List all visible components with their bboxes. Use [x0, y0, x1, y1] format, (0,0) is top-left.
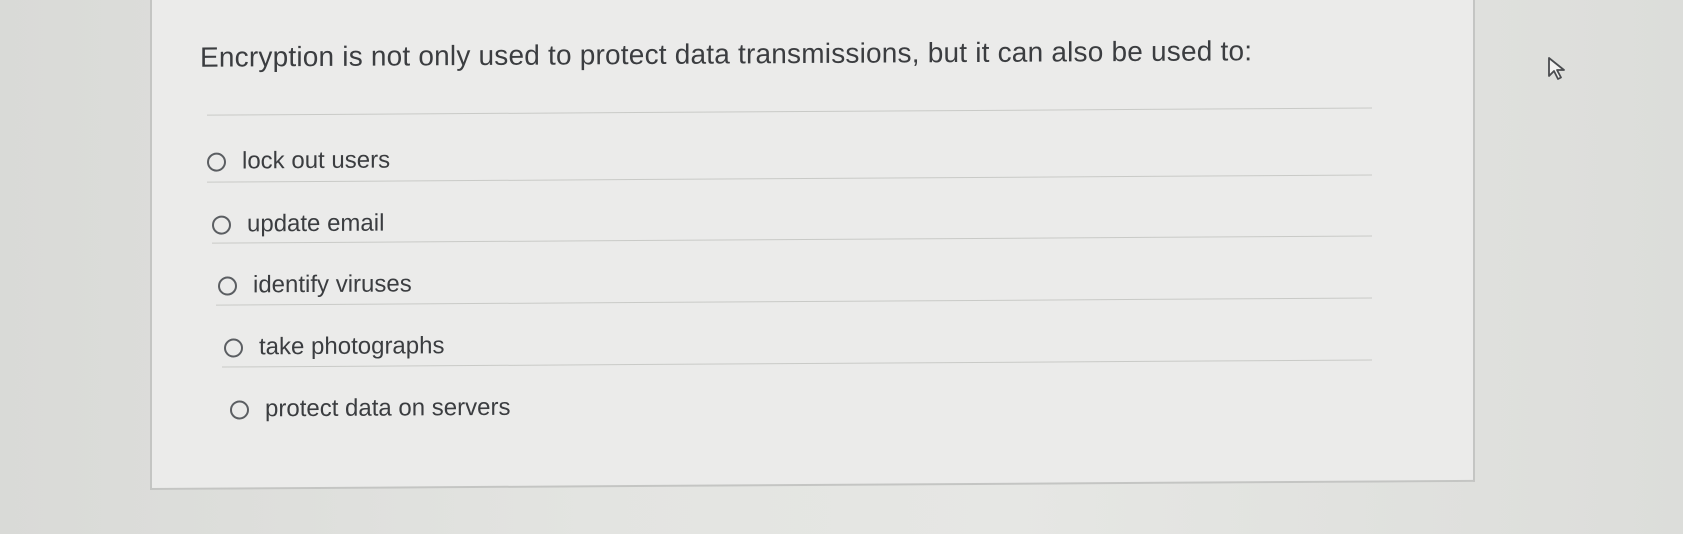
- divider: [207, 174, 1372, 183]
- question-card: Encryption is not only used to protect d…: [150, 0, 1475, 490]
- option-update-email[interactable]: update email: [212, 210, 384, 239]
- divider: [222, 359, 1372, 368]
- radio-button[interactable]: [207, 152, 226, 172]
- radio-button[interactable]: [230, 399, 249, 420]
- option-label: update email: [247, 209, 385, 238]
- option-label: identify viruses: [253, 270, 412, 299]
- option-label: take photographs: [259, 332, 445, 361]
- option-take-photographs[interactable]: take photographs: [224, 332, 444, 361]
- divider: [212, 235, 1372, 244]
- divider: [207, 107, 1372, 116]
- radio-button[interactable]: [212, 215, 231, 235]
- question-text: Encryption is not only used to protect d…: [200, 35, 1253, 73]
- divider: [216, 297, 1372, 306]
- mouse-pointer-icon: [1547, 56, 1569, 87]
- option-label: lock out users: [242, 146, 391, 175]
- option-identify-viruses[interactable]: identify viruses: [218, 270, 412, 299]
- option-protect-data-on-servers[interactable]: protect data on servers: [230, 394, 510, 424]
- option-label: protect data on servers: [265, 393, 511, 423]
- radio-button[interactable]: [224, 337, 243, 358]
- radio-button[interactable]: [218, 275, 237, 296]
- option-lock-out-users[interactable]: lock out users: [207, 147, 390, 176]
